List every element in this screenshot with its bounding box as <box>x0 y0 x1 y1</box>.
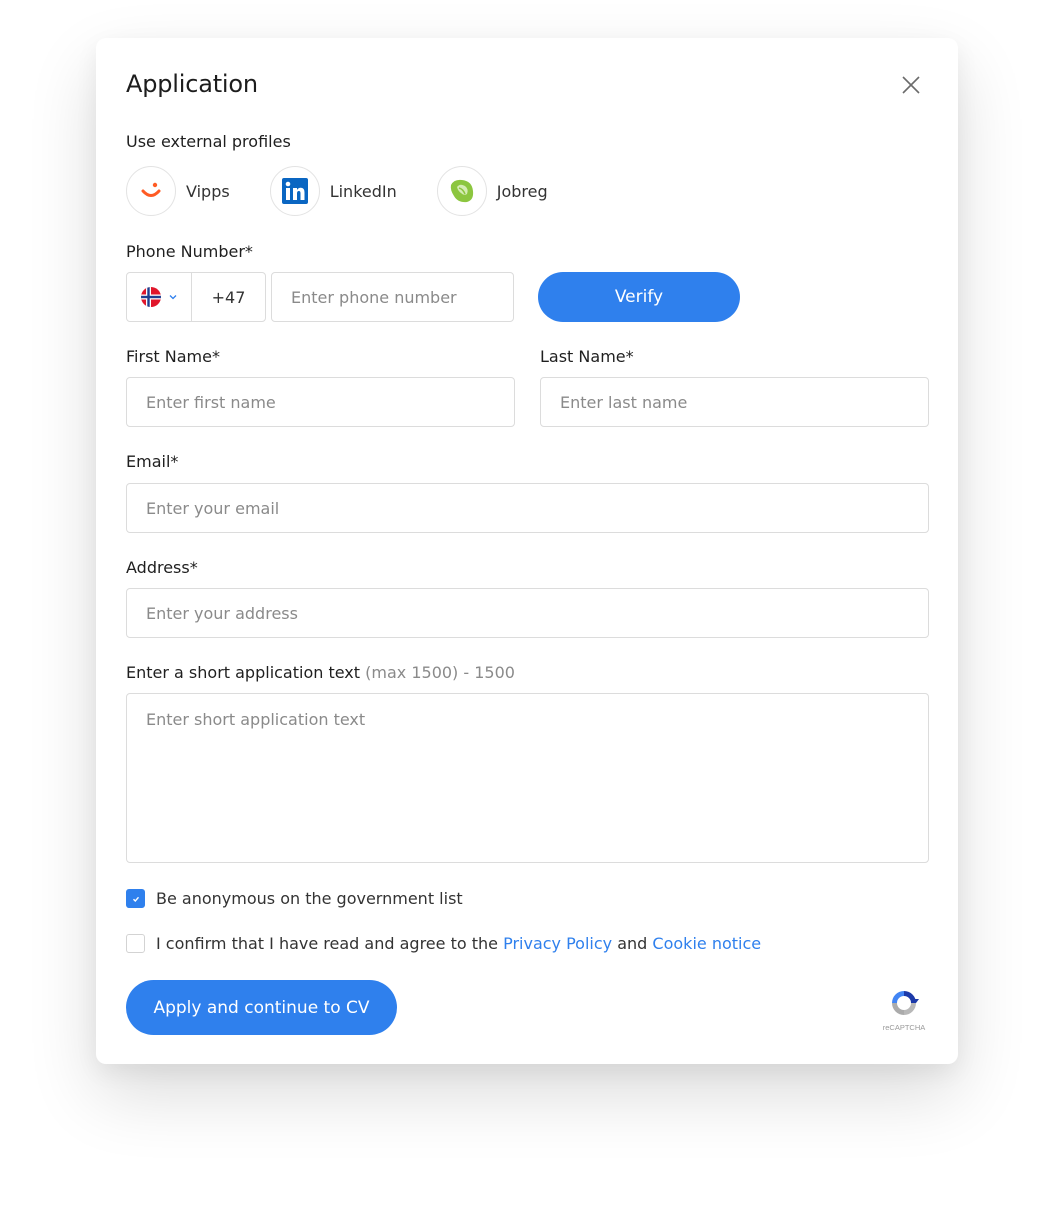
norway-flag-icon <box>141 287 161 307</box>
external-profiles: Vipps LinkedIn Jobreg <box>126 166 588 216</box>
external-profiles-label: Use external profiles <box>126 132 291 151</box>
consent-and: and <box>617 934 648 953</box>
close-button[interactable] <box>901 75 921 95</box>
vipps-icon <box>141 182 161 197</box>
anonymous-label: Be anonymous on the government list <box>156 889 463 908</box>
consent-checkbox[interactable] <box>126 934 145 953</box>
profile-label: Vipps <box>186 181 230 201</box>
checkmark-icon <box>132 896 139 902</box>
address-label: Address* <box>126 558 198 577</box>
country-code-selector[interactable]: +47 <box>126 272 266 322</box>
profile-label: LinkedIn <box>329 181 397 201</box>
anonymous-checkbox[interactable] <box>126 889 145 908</box>
application-text-input[interactable] <box>126 693 929 863</box>
consent-option: I confirm that I have read and agree to … <box>126 934 761 953</box>
application-modal: Application Use external profiles Vipps <box>96 38 958 1064</box>
apply-button[interactable]: Apply and continue to CV <box>126 980 397 1035</box>
anonymous-option: Be anonymous on the government list <box>126 889 463 908</box>
profile-jobreg[interactable]: Jobreg <box>436 166 548 216</box>
country-code: +47 <box>211 287 246 307</box>
email-label: Email* <box>126 452 179 471</box>
consent-text: I confirm that I have read and agree to … <box>156 934 498 953</box>
jobreg-icon <box>450 179 473 203</box>
email-input[interactable] <box>126 483 929 533</box>
recaptcha-badge[interactable]: reCAPTCHA <box>878 988 930 1032</box>
recaptcha-label: reCAPTCHA <box>882 1023 926 1032</box>
chevron-down-icon <box>169 295 177 300</box>
close-icon <box>902 76 920 94</box>
cookie-notice-link[interactable]: Cookie notice <box>652 934 761 953</box>
last-name-input[interactable] <box>540 377 929 427</box>
linkedin-icon <box>281 178 308 204</box>
verify-button[interactable]: Verify <box>538 272 740 322</box>
last-name-label: Last Name* <box>540 347 634 366</box>
profile-label: Jobreg <box>496 181 548 201</box>
profile-linkedin[interactable]: LinkedIn <box>269 166 397 216</box>
recaptcha-icon <box>892 991 919 1015</box>
modal-title: Application <box>126 70 258 98</box>
address-input[interactable] <box>126 588 929 638</box>
profile-vipps[interactable]: Vipps <box>126 166 230 216</box>
application-text-label-main: Enter a short application text <box>126 663 361 682</box>
phone-input[interactable] <box>271 272 514 322</box>
first-name-label: First Name* <box>126 347 220 366</box>
application-text-hint: (max 1500) - 1500 <box>365 663 515 682</box>
first-name-input[interactable] <box>126 377 515 427</box>
phone-label: Phone Number* <box>126 242 253 261</box>
application-text-label: Enter a short application text (max 1500… <box>126 663 515 682</box>
privacy-policy-link[interactable]: Privacy Policy <box>503 934 612 953</box>
